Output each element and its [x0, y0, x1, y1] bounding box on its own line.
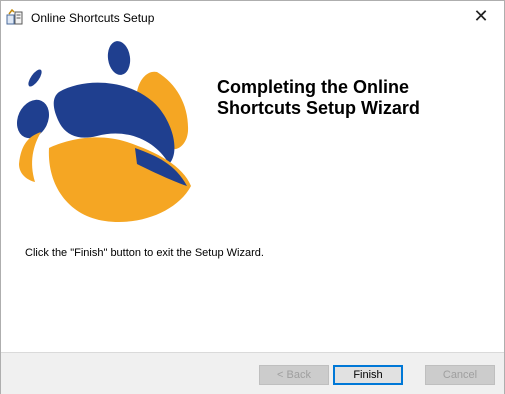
setup-window: Online Shortcuts Setup ✕ Completing the …	[0, 0, 505, 394]
wizard-heading-line2: Shortcuts Setup Wizard	[217, 98, 420, 118]
title-bar[interactable]: Online Shortcuts Setup ✕	[1, 1, 504, 31]
back-button[interactable]: < Back	[259, 365, 329, 385]
close-icon: ✕	[473, 5, 489, 26]
product-logo	[16, 41, 191, 223]
finish-button[interactable]: Finish	[333, 365, 403, 385]
finish-message: Click the "Finish" button to exit the Se…	[25, 247, 264, 259]
wizard-heading-line1: Completing the Online	[217, 77, 409, 97]
wizard-content: Completing the Online Shortcuts Setup Wi…	[1, 31, 504, 352]
close-button[interactable]: ✕	[458, 1, 504, 31]
wizard-heading: Completing the Online Shortcuts Setup Wi…	[217, 77, 420, 119]
setup-installer-icon	[6, 9, 23, 25]
cancel-button[interactable]: Cancel	[425, 365, 495, 385]
button-bar: < Back Finish Cancel	[1, 352, 504, 394]
window-title: Online Shortcuts Setup	[31, 11, 155, 25]
